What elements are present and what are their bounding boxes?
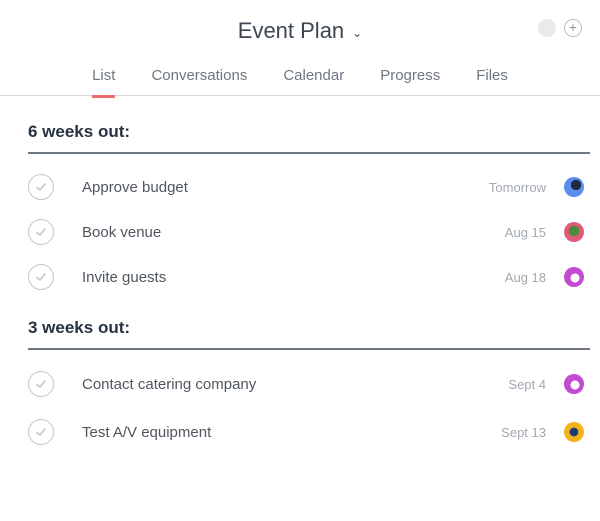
task-row[interactable]: Test A/V equipment Sept 13 — [28, 412, 590, 452]
assignee-avatar[interactable] — [564, 267, 584, 287]
project-tabs: List Conversations Calendar Progress Fil… — [0, 67, 600, 98]
task-name[interactable]: Approve budget — [82, 179, 188, 196]
task-row[interactable]: Book venue Aug 15 — [28, 212, 590, 252]
task-name[interactable]: Book venue — [82, 224, 161, 241]
task-name[interactable]: Contact catering company — [82, 376, 256, 393]
section-title: 3 weeks out: — [28, 318, 590, 350]
task-row[interactable]: Approve budget Tomorrow — [28, 167, 590, 207]
complete-check-icon[interactable] — [28, 219, 54, 245]
project-header: Event Plan ⌄ + List Conversations Calend… — [0, 0, 600, 98]
section-3-weeks-out: 3 weeks out: — [28, 318, 590, 350]
complete-check-icon[interactable] — [28, 419, 54, 445]
assignee-avatar[interactable] — [564, 177, 584, 197]
project-title-dropdown[interactable]: Event Plan ⌄ — [238, 18, 362, 44]
task-name[interactable]: Invite guests — [82, 269, 166, 286]
task-row[interactable]: Invite guests Aug 18 — [28, 257, 590, 297]
assignee-avatar[interactable] — [564, 222, 584, 242]
tab-files[interactable]: Files — [458, 67, 526, 96]
task-name[interactable]: Test A/V equipment — [82, 424, 211, 441]
chevron-down-icon: ⌄ — [352, 26, 363, 40]
task-due-date[interactable]: Aug 15 — [505, 225, 546, 240]
tab-progress[interactable]: Progress — [362, 67, 458, 96]
project-title: Event Plan — [237, 18, 345, 43]
tab-calendar[interactable]: Calendar — [265, 67, 362, 96]
assignee-avatar[interactable] — [564, 422, 584, 442]
task-due-date[interactable]: Sept 4 — [508, 377, 546, 392]
section-title: 6 weeks out: — [28, 122, 590, 154]
tab-conversations[interactable]: Conversations — [133, 67, 265, 96]
complete-check-icon[interactable] — [28, 174, 54, 200]
member-avatar-placeholder[interactable] — [538, 19, 556, 37]
task-due-date[interactable]: Sept 13 — [501, 425, 546, 440]
task-due-date[interactable]: Tomorrow — [489, 180, 546, 195]
add-member-button[interactable]: + — [564, 19, 582, 37]
assignee-avatar[interactable] — [564, 374, 584, 394]
complete-check-icon[interactable] — [28, 371, 54, 397]
task-due-date[interactable]: Aug 18 — [505, 270, 546, 285]
complete-check-icon[interactable] — [28, 264, 54, 290]
tab-list[interactable]: List — [74, 67, 133, 98]
task-row[interactable]: Contact catering company Sept 4 — [28, 364, 590, 404]
section-6-weeks-out: 6 weeks out: — [28, 122, 590, 154]
